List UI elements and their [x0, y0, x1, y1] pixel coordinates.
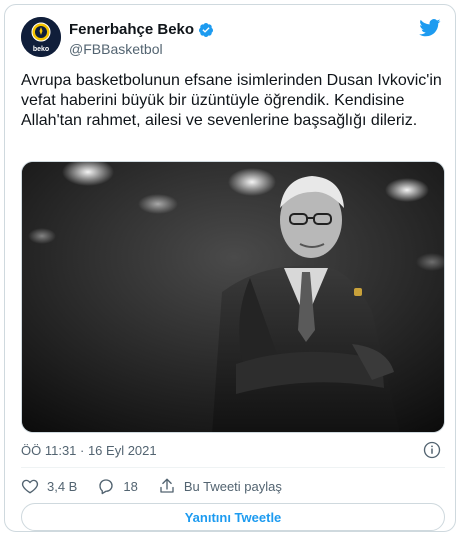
tweet-card[interactable]: beko Fenerbahçe Beko @FBBasketbol Avrupa…	[4, 4, 456, 532]
tweet-text: Avrupa basketbolunun efsane isimlerinden…	[21, 72, 447, 129]
tweet-actions: 3,4 B 18 Bu Tweeti paylaş	[21, 477, 302, 495]
share-label: Bu Tweeti paylaş	[183, 478, 282, 494]
verified-badge-icon	[199, 22, 214, 37]
reply-tweet-button[interactable]: Yanıtını Tweetle	[21, 503, 445, 531]
author-name[interactable]: Fenerbahçe Beko	[69, 21, 194, 38]
like-count: 3,4 B	[47, 478, 78, 494]
divider	[21, 467, 445, 468]
fenerbahce-logo-icon: beko	[21, 17, 61, 57]
share-icon	[160, 478, 174, 493]
heart-icon	[21, 479, 39, 494]
coach-portrait-image	[22, 162, 444, 432]
info-icon[interactable]	[423, 441, 441, 459]
tweet-photo[interactable]	[21, 161, 445, 433]
reply-count-button[interactable]: 18	[97, 477, 138, 495]
avatar-label: beko	[33, 46, 49, 53]
tweet-timestamp[interactable]: ÖÖ 11:31 · 16 Eyl 2021	[21, 443, 157, 458]
comment-icon	[99, 479, 114, 495]
twitter-bird-icon[interactable]	[419, 19, 441, 37]
share-button[interactable]: Bu Tweeti paylaş	[158, 477, 282, 495]
like-button[interactable]: 3,4 B	[21, 477, 77, 495]
avatar[interactable]: beko	[21, 17, 61, 57]
reply-count: 18	[123, 478, 138, 494]
author-name-row[interactable]: Fenerbahçe Beko	[69, 21, 214, 38]
author-handle[interactable]: @FBBasketbol	[69, 41, 163, 57]
